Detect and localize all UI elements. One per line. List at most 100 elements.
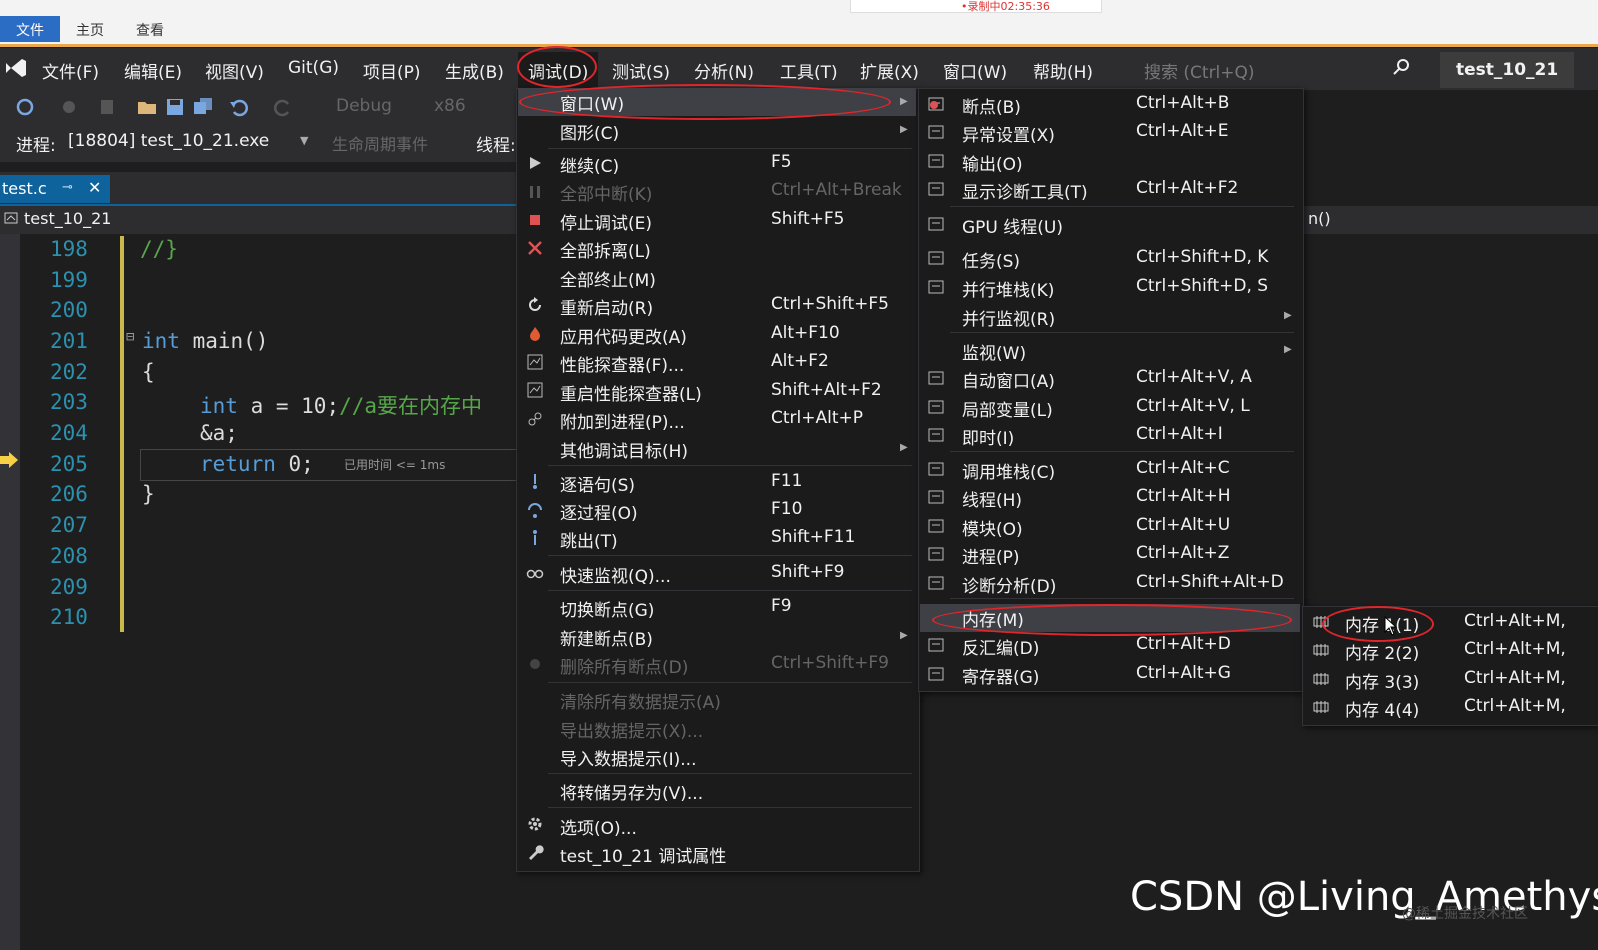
code-line-201: int main() (142, 329, 268, 353)
lifecycle-events-button[interactable]: 生命周期事件 (332, 131, 428, 155)
menu-build[interactable]: 生成(B) (445, 58, 504, 83)
code-text: 0; (275, 452, 314, 476)
menu-help[interactable]: 帮助(H) (1033, 58, 1093, 83)
menu-item-diagnostic-tools[interactable]: 显示诊断工具(T) (962, 178, 1088, 203)
menu-window[interactable]: 窗口(W) (943, 58, 1007, 83)
menu-separator (548, 590, 912, 591)
pin-icon[interactable]: ⊸ (62, 180, 73, 195)
recorder-tab-home[interactable]: 主页 (60, 16, 120, 42)
new-item-icon[interactable] (96, 96, 118, 118)
process-dropdown[interactable]: [18804] test_10_21.exe (68, 131, 269, 151)
menu-item-processes[interactable]: 进程(P) (962, 543, 1020, 568)
menu-item-save-dump[interactable]: 将转储另存为(V)... (560, 779, 703, 804)
process-label: 进程: (16, 136, 56, 156)
code-keyword: return (200, 452, 276, 476)
menu-item-gpu-threads[interactable]: GPU 线程(U) (962, 213, 1063, 238)
menu-analyze[interactable]: 分析(N) (694, 58, 754, 83)
menu-item-new-breakpoint[interactable]: 新建断点(B) (560, 625, 653, 650)
search-icon[interactable] (1392, 58, 1410, 76)
menu-item-relaunch-profiler[interactable]: 重启性能探查器(L) (560, 380, 702, 405)
menu-item-registers[interactable]: 寄存器(G) (962, 663, 1039, 688)
menu-edit[interactable]: 编辑(E) (124, 58, 182, 83)
menu-item-immediate[interactable]: 即时(I) (962, 424, 1014, 449)
function-dropdown[interactable]: n() (1308, 209, 1331, 228)
menu-item-step-over[interactable]: 逐过程(O) (560, 499, 638, 524)
visual-studio-logo-icon[interactable] (4, 56, 28, 80)
menu-item-graphics[interactable]: 图形(C) (560, 119, 619, 144)
menu-item-output[interactable]: 输出(O) (962, 150, 1023, 175)
perf-tip[interactable]: 已用时间 <= 1ms (344, 456, 445, 473)
menu-item-disassembly[interactable]: 反汇编(D) (962, 634, 1039, 659)
output-icon (928, 154, 944, 168)
breakpoint-icon (928, 97, 944, 111)
menu-item-memory-4[interactable]: 内存 4(4) (1345, 696, 1419, 721)
line-number: 203 (50, 390, 88, 414)
memory-icon (1313, 644, 1329, 656)
indicator-margin[interactable] (0, 234, 20, 950)
menu-extensions[interactable]: 扩展(X) (860, 58, 919, 83)
menu-item-restart[interactable]: 重新启动(R) (560, 294, 653, 319)
close-icon[interactable]: ✕ (88, 178, 101, 197)
menu-item-breakpoints[interactable]: 断点(B) (962, 93, 1021, 118)
menu-tools[interactable]: 工具(T) (780, 58, 838, 83)
recorder-tab-view[interactable]: 查看 (120, 16, 180, 42)
menu-item-threads[interactable]: 线程(H) (962, 486, 1022, 511)
collapse-icon[interactable]: ⊟ (126, 329, 134, 345)
menu-item-step-into[interactable]: 逐语句(S) (560, 471, 635, 496)
current-line-highlight (140, 449, 532, 481)
menu-item-tasks[interactable]: 任务(S) (962, 247, 1020, 272)
shortcut: Ctrl+Alt+M, (1464, 639, 1566, 659)
menu-item-profiler[interactable]: 性能探查器(F)... (560, 351, 684, 376)
menu-item-locals[interactable]: 局部变量(L) (962, 396, 1053, 421)
menu-project[interactable]: 项目(P) (363, 58, 421, 83)
menu-view[interactable]: 视图(V) (205, 58, 264, 83)
shortcut: Ctrl+Shift+D, K (1136, 247, 1269, 267)
menu-item-clear-datatips[interactable]: 清除所有数据提示(A) (560, 688, 721, 713)
menu-item-detach-all[interactable]: 全部拆离(L) (560, 237, 651, 262)
menu-item-quick-watch[interactable]: 快速监视(Q)... (560, 562, 671, 587)
menu-item-options[interactable]: 选项(O)... (560, 814, 637, 839)
platform-dropdown[interactable]: x86 (434, 96, 466, 116)
menu-item-toggle-breakpoint[interactable]: 切换断点(G) (560, 596, 654, 621)
menu-item-debug-properties[interactable]: test_10_21 调试属性 (560, 842, 726, 867)
menu-item-break-all[interactable]: 全部中断(K) (560, 180, 652, 205)
save-icon[interactable] (164, 96, 186, 118)
menu-item-other-targets[interactable]: 其他调试目标(H) (560, 437, 688, 462)
menu-item-watch[interactable]: 监视(W) (962, 339, 1026, 364)
menu-item-autos[interactable]: 自动窗口(A) (962, 367, 1055, 392)
menu-file[interactable]: 文件(F) (42, 58, 99, 83)
menu-item-diagnostic-analysis[interactable]: 诊断分析(D) (962, 572, 1056, 597)
menu-item-modules[interactable]: 模块(O) (962, 515, 1023, 540)
menu-item-apply-code[interactable]: 应用代码更改(A) (560, 323, 687, 348)
shortcut: Shift+F5 (771, 209, 845, 229)
menu-item-import-datatips[interactable]: 导入数据提示(I)... (560, 745, 697, 770)
menu-item-memory-3[interactable]: 内存 3(3) (1345, 668, 1419, 693)
menu-item-stop[interactable]: 停止调试(E) (560, 209, 652, 234)
redo-icon[interactable] (272, 96, 294, 118)
menu-item-terminate-all[interactable]: 全部终止(M) (560, 266, 656, 291)
menu-git[interactable]: Git(G) (288, 58, 339, 78)
save-all-icon[interactable] (192, 96, 214, 118)
menu-test[interactable]: 测试(S) (612, 58, 670, 83)
immediate-icon (928, 428, 944, 442)
menu-item-step-out[interactable]: 跳出(T) (560, 527, 618, 552)
disassembly-icon (928, 638, 944, 652)
search-input[interactable]: 搜索 (Ctrl+Q) (1144, 58, 1255, 83)
menu-item-attach[interactable]: 附加到进程(P)... (560, 408, 685, 433)
project-dropdown[interactable]: test_10_21 (24, 209, 111, 228)
menu-item-parallel-watch[interactable]: 并行监视(R) (962, 305, 1055, 330)
open-folder-icon[interactable] (136, 96, 158, 118)
chevron-down-icon[interactable]: ▼ (300, 134, 308, 147)
menu-item-exception-settings[interactable]: 异常设置(X) (962, 121, 1055, 146)
menu-item-call-stack[interactable]: 调用堆栈(C) (962, 458, 1055, 483)
solution-config-dropdown[interactable]: Debug (336, 96, 392, 116)
recorder-tab-file[interactable]: 文件 (0, 16, 60, 42)
menu-item-delete-breakpoints[interactable]: 删除所有断点(D) (560, 653, 688, 678)
forward-icon[interactable] (58, 96, 80, 118)
back-icon[interactable] (14, 96, 36, 118)
menu-item-export-datatips[interactable]: 导出数据提示(X)... (560, 717, 703, 742)
undo-icon[interactable] (228, 96, 250, 118)
menu-item-parallel-stacks[interactable]: 并行堆栈(K) (962, 276, 1054, 301)
menu-item-continue[interactable]: 继续(C) (560, 152, 619, 177)
menu-item-memory-2[interactable]: 内存 2(2) (1345, 639, 1419, 664)
